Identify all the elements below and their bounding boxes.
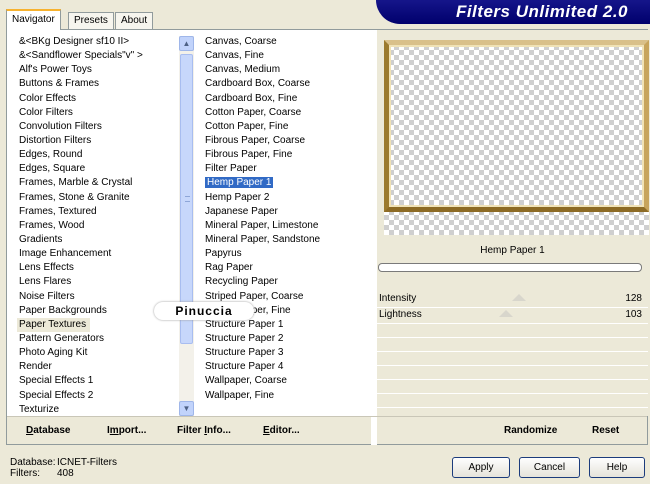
help-button[interactable]: Help — [589, 457, 645, 478]
preview-frame — [384, 40, 649, 212]
slider-value: 103 — [625, 309, 642, 320]
footer-separator — [371, 417, 377, 445]
filter-item[interactable]: Hemp Paper 2 — [203, 191, 373, 205]
category-item[interactable]: &<Sandflower Specials"v" > — [17, 49, 179, 63]
panel-footer: Database Import... Filter Info... Editor… — [7, 416, 647, 445]
status-database-label: Database: — [10, 457, 56, 468]
filter-item[interactable]: Japanese Paper — [203, 205, 373, 219]
slider-marker[interactable] — [499, 310, 513, 317]
category-item[interactable]: Frames, Marble & Crystal — [17, 176, 179, 190]
slider-marker[interactable] — [512, 294, 526, 301]
slider-area: Intensity 128 Lightness 103 — [377, 292, 648, 408]
category-item[interactable]: Edges, Square — [17, 162, 179, 176]
category-item[interactable]: Noise Filters — [17, 290, 179, 304]
scroll-grip — [185, 196, 190, 202]
status-database-value: ICNET-Filters — [57, 457, 117, 468]
category-item[interactable]: Alf's Power Toys — [17, 63, 179, 77]
filter-item[interactable]: Rag Paper — [203, 261, 373, 275]
slider-empty — [377, 352, 648, 366]
filter-info-button[interactable]: Filter Info... — [177, 424, 231, 438]
filter-item[interactable]: Canvas, Coarse — [203, 35, 373, 49]
slider-value: 128 — [625, 293, 642, 304]
category-item[interactable]: Special Effects 2 — [17, 389, 179, 403]
apply-button[interactable]: Apply — [452, 457, 510, 478]
slider-empty — [377, 394, 648, 408]
filter-item[interactable]: Filter Paper — [203, 162, 373, 176]
category-scrollbar[interactable]: ▲ ▼ — [179, 36, 194, 416]
category-item[interactable]: Color Effects — [17, 92, 179, 106]
category-item[interactable]: &<BKg Designer sf10 II> — [17, 35, 179, 49]
filter-list[interactable]: Canvas, Coarse Canvas, Fine Canvas, Medium… — [203, 35, 373, 417]
filter-item[interactable]: Structure Paper 3 — [203, 346, 373, 360]
editor-button[interactable]: Editor... — [263, 424, 300, 438]
preview-filter-name: Hemp Paper 1 — [377, 241, 648, 260]
slider-label: Intensity — [379, 293, 417, 304]
category-item[interactable]: Photo Aging Kit — [17, 346, 179, 360]
filter-item[interactable]: Papyrus — [203, 247, 373, 261]
category-item[interactable]: Lens Effects — [17, 261, 179, 275]
filter-item[interactable]: Hemp Paper 1 — [203, 176, 373, 190]
category-item[interactable]: Distortion Filters — [17, 134, 179, 148]
category-item[interactable]: Texturize — [17, 403, 179, 417]
filter-item[interactable]: Cotton Paper, Fine — [203, 120, 373, 134]
category-item[interactable]: Lens Flares — [17, 275, 179, 289]
filter-item[interactable]: Wallpaper, Fine — [203, 389, 373, 403]
category-item[interactable]: Frames, Textured — [17, 205, 179, 219]
category-item[interactable]: Special Effects 1 — [17, 374, 179, 388]
category-item[interactable]: Color Filters — [17, 106, 179, 120]
status-filters-value: 408 — [57, 468, 74, 479]
slider-empty — [377, 324, 648, 338]
import-button[interactable]: Import... — [107, 424, 146, 438]
filter-item[interactable]: Structure Paper 4 — [203, 360, 373, 374]
filter-item[interactable]: Mineral Paper, Limestone — [203, 219, 373, 233]
slider-lightness[interactable]: Lightness 103 — [377, 308, 648, 324]
scroll-down-button[interactable]: ▼ — [179, 401, 194, 416]
slider-intensity[interactable]: Intensity 128 — [377, 292, 648, 308]
category-item[interactable]: Buttons & Frames — [17, 77, 179, 91]
filter-item[interactable]: Fibrous Paper, Coarse — [203, 134, 373, 148]
category-item[interactable]: Image Enhancement — [17, 247, 179, 261]
filter-item[interactable]: Recycling Paper — [203, 275, 373, 289]
filter-item[interactable]: Canvas, Fine — [203, 49, 373, 63]
scroll-up-button[interactable]: ▲ — [179, 36, 194, 51]
database-button[interactable]: Database — [26, 424, 70, 438]
category-item[interactable]: Render — [17, 360, 179, 374]
app-title-banner: Filters Unlimited 2.0 — [376, 0, 650, 24]
tab-about[interactable]: About — [115, 12, 154, 29]
filter-item[interactable]: Cardboard Box, Coarse — [203, 77, 373, 91]
tab-presets[interactable]: Presets — [68, 12, 114, 29]
filter-item[interactable]: Fibrous Paper, Fine — [203, 148, 373, 162]
slider-empty — [377, 338, 648, 352]
slider-label: Lightness — [379, 309, 422, 320]
category-item[interactable]: Pattern Generators — [17, 332, 179, 346]
watermark-label: Pinuccia — [154, 302, 254, 320]
filter-item[interactable]: Structure Paper 2 — [203, 332, 373, 346]
category-item[interactable]: Paper Textures — [17, 317, 91, 332]
reset-button[interactable]: Reset — [592, 424, 619, 438]
slider-empty — [377, 366, 648, 380]
category-item[interactable]: Frames, Wood — [17, 219, 179, 233]
category-list[interactable]: &<BKg Designer sf10 II> &<Sandflower Spec… — [17, 35, 179, 417]
status-info: Database: ICNET-Filters Filters: 408 — [10, 457, 117, 479]
main-panel: &<BKg Designer sf10 II> &<Sandflower Spec… — [6, 29, 649, 445]
filter-item[interactable]: Wallpaper, Coarse — [203, 374, 373, 388]
category-item[interactable]: Edges, Round — [17, 148, 179, 162]
tab-navigator[interactable]: Navigator — [6, 9, 61, 30]
filter-item[interactable]: Cotton Paper, Coarse — [203, 106, 373, 120]
randomize-button[interactable]: Randomize — [504, 424, 557, 438]
slider-empty — [377, 380, 648, 394]
filter-item[interactable]: Canvas, Medium — [203, 63, 373, 77]
preview-image — [384, 40, 649, 235]
cancel-button[interactable]: Cancel — [519, 457, 580, 478]
preview-area: Hemp Paper 1 Intensity 128 Lightness 103 — [377, 30, 649, 416]
filter-item[interactable]: Cardboard Box, Fine — [203, 92, 373, 106]
category-item[interactable]: Gradients — [17, 233, 179, 247]
category-item[interactable]: Frames, Stone & Granite — [17, 191, 179, 205]
filter-item[interactable]: Mineral Paper, Sandstone — [203, 233, 373, 247]
status-filters-label: Filters: — [10, 468, 40, 479]
category-item[interactable]: Convolution Filters — [17, 120, 179, 134]
scroll-thumb[interactable] — [180, 54, 193, 344]
progress-bar — [378, 263, 642, 272]
